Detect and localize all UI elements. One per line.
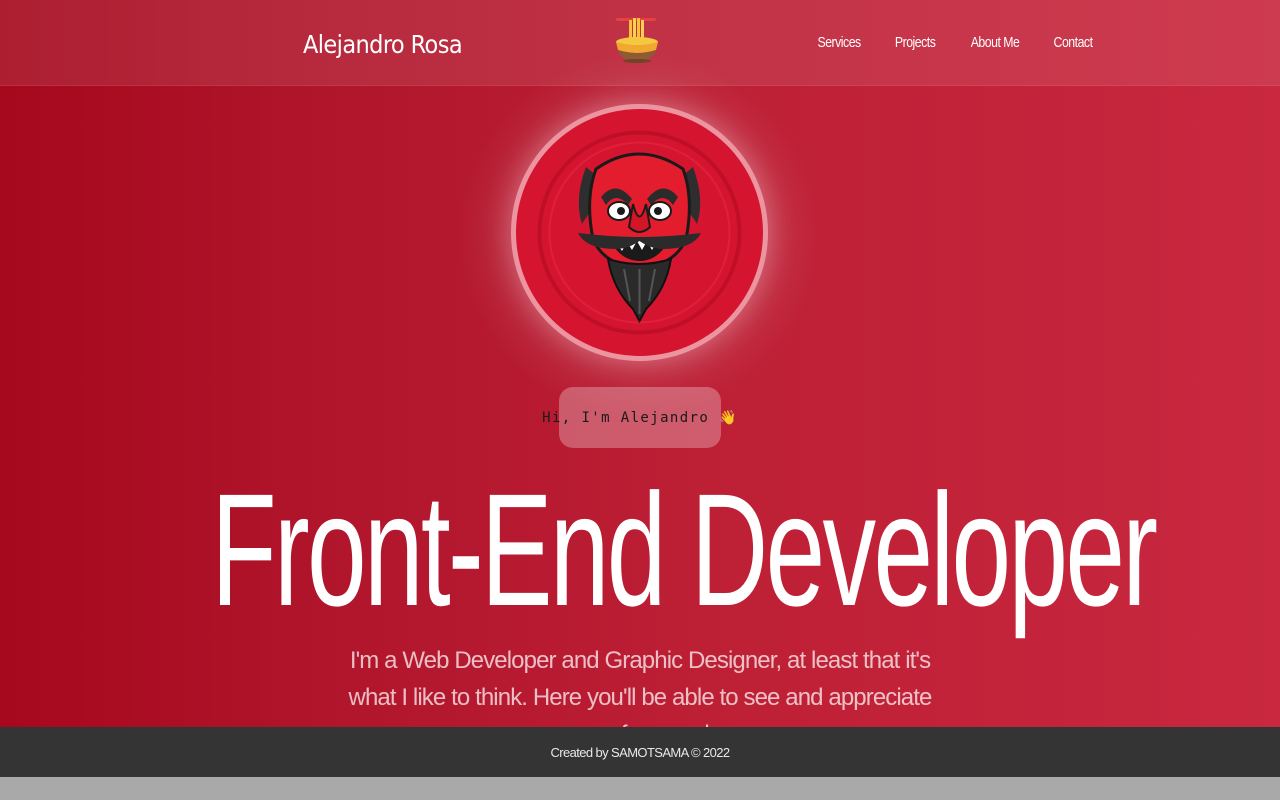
avatar	[511, 104, 768, 361]
page-background: Alejandro Rosa Services Projects About M…	[0, 0, 1280, 727]
main-nav: Services Projects About Me Contact	[808, 32, 1092, 54]
brand-name[interactable]: Alejandro Rosa	[303, 27, 463, 63]
nav-link-about-me[interactable]: About Me	[971, 32, 1020, 54]
footer: Created by SAMOTSAMA © 2022	[0, 727, 1280, 777]
nav-link-projects[interactable]: Projects	[895, 32, 936, 54]
hero-description: I'm a Web Developer and Graphic Designer…	[348, 647, 933, 727]
footer-credit: Created by SAMOTSAMA © 2022	[550, 744, 730, 760]
hero-title: Front-End Developer	[211, 460, 1158, 639]
greeting-badge: Hi, I'm Alejandro 👋	[542, 387, 736, 448]
tengu-mask-icon	[537, 130, 742, 335]
nav-link-contact[interactable]: Contact	[1053, 32, 1092, 54]
nav-link-services[interactable]: Services	[817, 32, 861, 54]
